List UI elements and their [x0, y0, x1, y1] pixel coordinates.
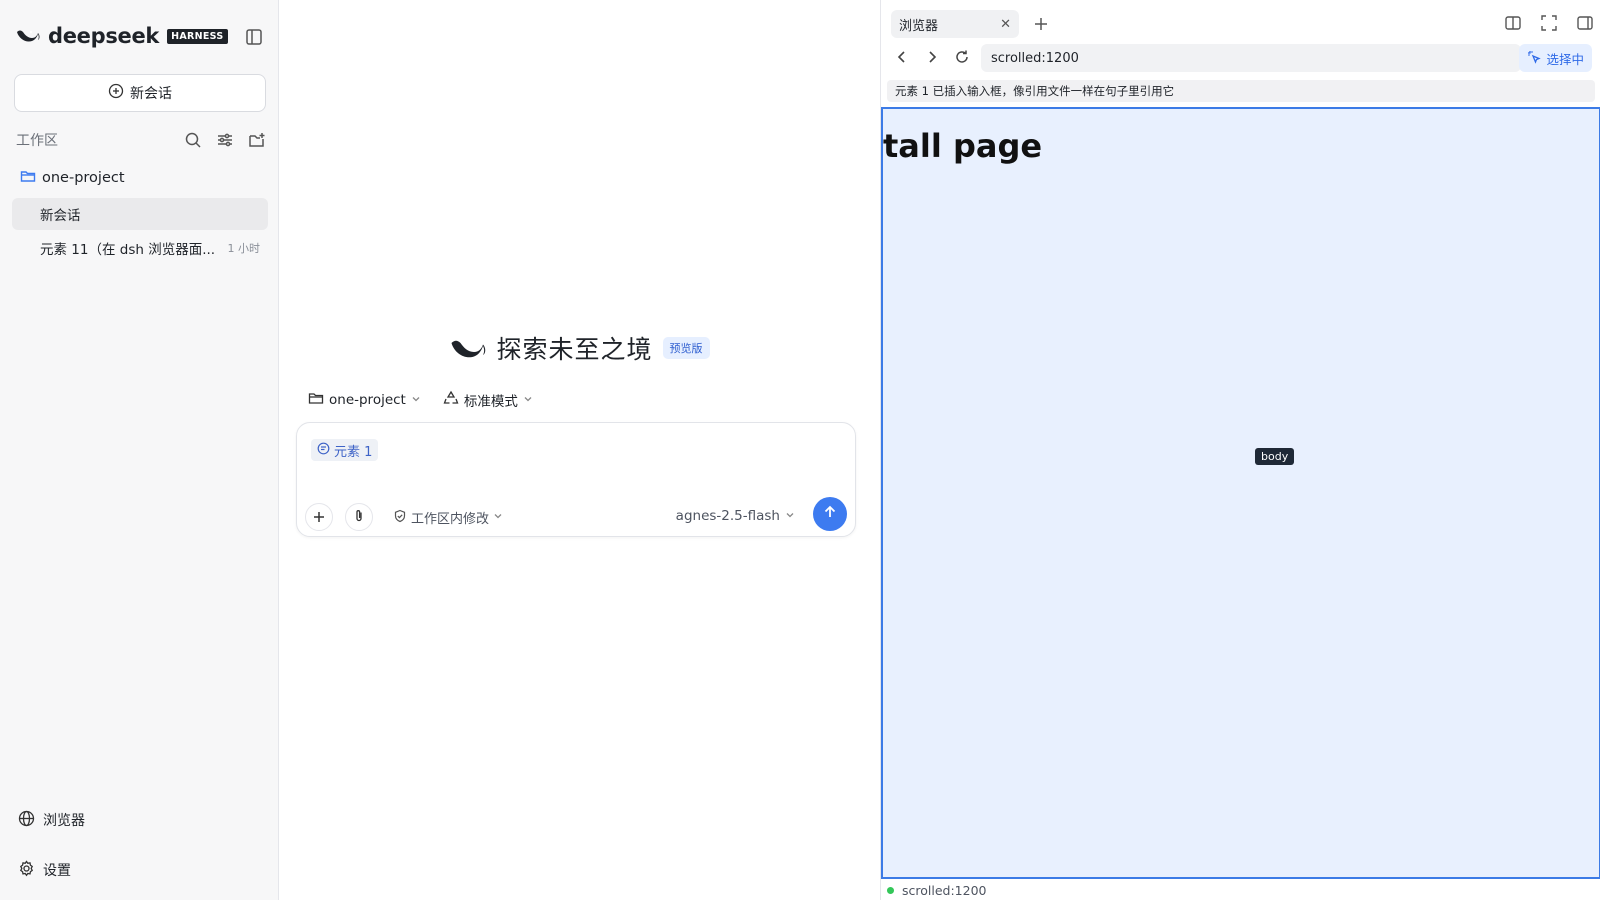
mode-selector[interactable]: 标准模式	[443, 390, 533, 410]
notice-text: 元素 1 已插入输入框，像引用文件一样在句子里引用它	[895, 84, 1175, 98]
split-view-icon[interactable]	[1504, 14, 1522, 32]
hero-title: 探索未至之境	[496, 335, 653, 364]
browser-nav-label: 浏览器	[43, 813, 85, 829]
address-bar[interactable]: scrolled:1200	[981, 44, 1521, 72]
new-folder-icon[interactable]	[248, 131, 266, 149]
session-item[interactable]: 新会话	[12, 198, 268, 230]
project-selector[interactable]: one-project	[308, 390, 421, 410]
close-icon[interactable]: ✕	[1000, 17, 1011, 32]
settings-nav-label: 设置	[43, 863, 71, 879]
session-time: 1 小时	[227, 242, 261, 255]
back-chevron-icon[interactable]	[893, 48, 911, 66]
panel-right-icon[interactable]	[1576, 14, 1594, 32]
chip-label: 元素 1	[334, 444, 373, 460]
chevron-down-icon	[785, 508, 795, 524]
selector-row: one-project 标准模式	[308, 390, 533, 410]
new-chat-button[interactable]: 新会话	[14, 74, 266, 112]
browser-nav	[893, 48, 971, 66]
cursor-sparkle-icon	[1527, 50, 1542, 67]
new-tab-icon[interactable]	[1031, 14, 1051, 34]
select-label: 选择中	[1546, 51, 1584, 67]
browser-viewport[interactable]: tall page body	[881, 107, 1600, 879]
workspace-header: 工作区	[16, 130, 266, 150]
model-label: agnes-2.5-flash	[675, 508, 780, 524]
filter-sliders-icon[interactable]	[216, 131, 234, 149]
search-icon[interactable]	[184, 131, 202, 149]
project-name: one-project	[42, 170, 125, 186]
project-selector-label: one-project	[329, 392, 406, 408]
sidebar: deepseek HARNESS 新会话 工作区 one-project 新会话…	[0, 0, 279, 900]
app-window: deepseek HARNESS 新会话 工作区 one-project 新会话…	[0, 0, 1600, 900]
gear-icon	[18, 859, 35, 881]
element-ref-icon	[317, 442, 330, 459]
status-text: scrolled:1200	[902, 882, 987, 898]
project-item[interactable]: one-project	[20, 168, 125, 188]
arrow-up-icon	[822, 504, 838, 524]
browser-tab[interactable]: 浏览器 ✕	[891, 10, 1019, 38]
session-title: 新会话	[40, 208, 81, 224]
brand-name: deepseek	[48, 24, 160, 48]
workspace-tools	[184, 131, 266, 149]
fullscreen-icon[interactable]	[1540, 14, 1558, 32]
whale-logo-icon	[450, 331, 486, 365]
chevron-down-icon	[411, 392, 421, 408]
paperclip-icon	[352, 508, 366, 527]
browser-panel: 浏览器 ✕ scrolled:1200 选择中 元素 1 已插入输入框，像引用文…	[880, 0, 1600, 900]
insert-notice: 元素 1 已插入输入框，像引用文件一样在句子里引用它	[887, 80, 1595, 102]
sidebar-toggle-icon[interactable]	[244, 27, 264, 47]
message-composer[interactable]: 元素 1 工作区内修改 agnes-2.5-flash	[296, 422, 856, 537]
permission-label: 工作区内修改	[411, 512, 490, 527]
shield-icon	[393, 509, 407, 527]
reload-icon[interactable]	[953, 48, 971, 66]
status-bar: scrolled:1200	[887, 882, 987, 898]
preview-badge: 预览版	[662, 337, 710, 359]
new-chat-label: 新会话	[130, 86, 172, 102]
element-reference-chip[interactable]: 元素 1	[311, 439, 379, 461]
brand: deepseek HARNESS	[16, 24, 228, 48]
globe-icon	[18, 810, 35, 831]
forward-chevron-icon[interactable]	[923, 48, 941, 66]
settings-nav-item[interactable]: 设置	[18, 859, 71, 881]
folder-icon	[20, 168, 36, 188]
chevron-down-icon	[493, 510, 503, 525]
status-dot	[887, 886, 894, 894]
hero: 探索未至之境 预览版	[280, 330, 880, 366]
mode-selector-label: 标准模式	[463, 394, 518, 410]
tab-title: 浏览器	[899, 18, 939, 34]
add-button[interactable]	[305, 503, 333, 531]
permission-selector[interactable]: 工作区内修改	[393, 508, 503, 527]
brand-badge: HARNESS	[167, 28, 228, 44]
recycle-icon	[443, 390, 459, 410]
chevron-down-icon	[523, 392, 533, 408]
url-text: scrolled:1200	[991, 50, 1079, 66]
hover-element-tag: body	[1255, 448, 1295, 465]
browser-nav-item[interactable]: 浏览器	[18, 810, 85, 830]
session-item[interactable]: 元素 11（在 dsh 浏览器面... 1 小时	[12, 232, 268, 264]
attach-button[interactable]	[345, 503, 373, 531]
workspace-label: 工作区	[16, 133, 58, 149]
session-title: 元素 11（在 dsh 浏览器面...	[40, 242, 216, 258]
send-button[interactable]	[813, 497, 847, 531]
whale-logo-icon	[16, 24, 40, 48]
window-controls	[1504, 14, 1594, 32]
model-selector[interactable]: agnes-2.5-flash	[676, 508, 795, 524]
plus-circle-icon	[108, 83, 124, 103]
page-heading: tall page	[883, 127, 1043, 165]
folder-icon	[308, 390, 324, 410]
element-select-button[interactable]: 选择中	[1519, 44, 1592, 72]
chat-main: 探索未至之境 预览版 one-project 标准模式 元素 1 工作区内修改 …	[280, 0, 880, 900]
